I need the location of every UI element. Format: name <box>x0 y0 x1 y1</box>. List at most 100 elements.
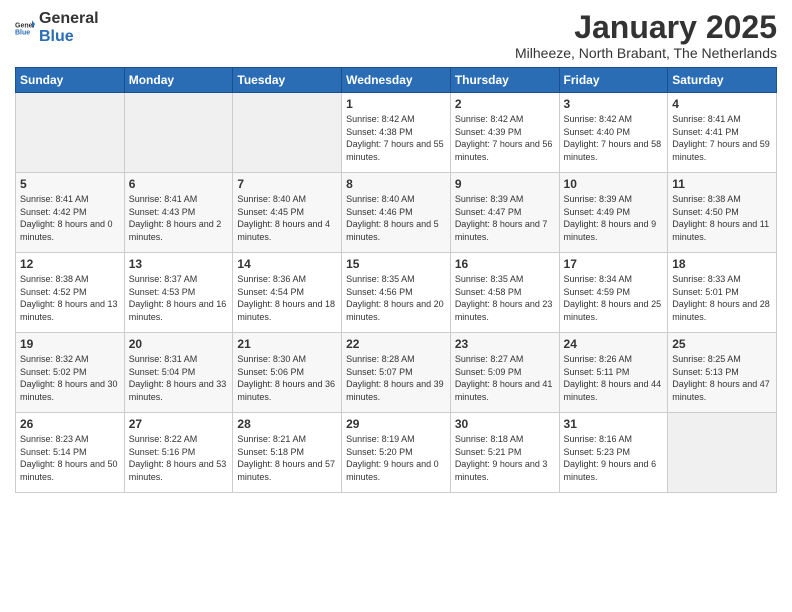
calendar-cell: 20 Sunrise: 8:31 AM Sunset: 5:04 PM Dayl… <box>124 333 233 413</box>
sunrise-text: Sunrise: 8:23 AM <box>20 434 89 444</box>
sunset-text: Sunset: 4:53 PM <box>129 287 196 297</box>
weekday-header: Sunday <box>16 68 125 93</box>
sunrise-text: Sunrise: 8:18 AM <box>455 434 524 444</box>
logo-general: General <box>39 10 99 28</box>
day-info: Sunrise: 8:38 AM Sunset: 4:52 PM Dayligh… <box>20 273 120 323</box>
sunrise-text: Sunrise: 8:19 AM <box>346 434 415 444</box>
day-info: Sunrise: 8:32 AM Sunset: 5:02 PM Dayligh… <box>20 353 120 403</box>
day-info: Sunrise: 8:33 AM Sunset: 5:01 PM Dayligh… <box>672 273 772 323</box>
calendar-cell <box>16 93 125 173</box>
sunset-text: Sunset: 4:43 PM <box>129 207 196 217</box>
sunset-text: Sunset: 4:38 PM <box>346 127 413 137</box>
calendar-cell: 23 Sunrise: 8:27 AM Sunset: 5:09 PM Dayl… <box>450 333 559 413</box>
sunrise-text: Sunrise: 8:27 AM <box>455 354 524 364</box>
day-number: 21 <box>237 337 337 351</box>
sunset-text: Sunset: 4:50 PM <box>672 207 739 217</box>
day-info: Sunrise: 8:42 AM Sunset: 4:39 PM Dayligh… <box>455 113 555 163</box>
sunset-text: Sunset: 4:56 PM <box>346 287 413 297</box>
sunset-text: Sunset: 4:49 PM <box>564 207 631 217</box>
day-info: Sunrise: 8:42 AM Sunset: 4:38 PM Dayligh… <box>346 113 446 163</box>
daylight-text: Daylight: 7 hours and 59 minutes. <box>672 139 770 162</box>
sunrise-text: Sunrise: 8:41 AM <box>129 194 198 204</box>
day-number: 18 <box>672 257 772 271</box>
calendar-cell: 5 Sunrise: 8:41 AM Sunset: 4:42 PM Dayli… <box>16 173 125 253</box>
day-number: 5 <box>20 177 120 191</box>
day-info: Sunrise: 8:38 AM Sunset: 4:50 PM Dayligh… <box>672 193 772 243</box>
calendar-cell: 28 Sunrise: 8:21 AM Sunset: 5:18 PM Dayl… <box>233 413 342 493</box>
daylight-text: Daylight: 8 hours and 50 minutes. <box>20 459 118 482</box>
location-title: Milheeze, North Brabant, The Netherlands <box>515 45 777 61</box>
sunrise-text: Sunrise: 8:38 AM <box>672 194 741 204</box>
day-info: Sunrise: 8:34 AM Sunset: 4:59 PM Dayligh… <box>564 273 664 323</box>
sunset-text: Sunset: 5:04 PM <box>129 367 196 377</box>
day-number: 23 <box>455 337 555 351</box>
day-info: Sunrise: 8:40 AM Sunset: 4:45 PM Dayligh… <box>237 193 337 243</box>
sunrise-text: Sunrise: 8:39 AM <box>564 194 633 204</box>
sunset-text: Sunset: 5:11 PM <box>564 367 630 377</box>
day-number: 17 <box>564 257 664 271</box>
calendar-cell <box>233 93 342 173</box>
day-number: 12 <box>20 257 120 271</box>
sunrise-text: Sunrise: 8:37 AM <box>129 274 198 284</box>
day-info: Sunrise: 8:26 AM Sunset: 5:11 PM Dayligh… <box>564 353 664 403</box>
sunrise-text: Sunrise: 8:40 AM <box>237 194 306 204</box>
title-block: January 2025 Milheeze, North Brabant, Th… <box>515 10 777 61</box>
daylight-text: Daylight: 9 hours and 0 minutes. <box>346 459 439 482</box>
day-info: Sunrise: 8:31 AM Sunset: 5:04 PM Dayligh… <box>129 353 229 403</box>
calendar-cell: 3 Sunrise: 8:42 AM Sunset: 4:40 PM Dayli… <box>559 93 668 173</box>
daylight-text: Daylight: 8 hours and 18 minutes. <box>237 299 335 322</box>
calendar-cell: 1 Sunrise: 8:42 AM Sunset: 4:38 PM Dayli… <box>342 93 451 173</box>
day-info: Sunrise: 8:23 AM Sunset: 5:14 PM Dayligh… <box>20 433 120 483</box>
sunset-text: Sunset: 5:02 PM <box>20 367 87 377</box>
day-number: 7 <box>237 177 337 191</box>
day-number: 8 <box>346 177 446 191</box>
calendar-table: SundayMondayTuesdayWednesdayThursdayFrid… <box>15 67 777 493</box>
day-number: 14 <box>237 257 337 271</box>
day-number: 22 <box>346 337 446 351</box>
daylight-text: Daylight: 8 hours and 47 minutes. <box>672 379 770 402</box>
day-info: Sunrise: 8:39 AM Sunset: 4:49 PM Dayligh… <box>564 193 664 243</box>
calendar-cell: 26 Sunrise: 8:23 AM Sunset: 5:14 PM Dayl… <box>16 413 125 493</box>
logo-icon: General Blue <box>15 18 35 38</box>
sunrise-text: Sunrise: 8:42 AM <box>346 114 415 124</box>
day-number: 20 <box>129 337 229 351</box>
sunrise-text: Sunrise: 8:42 AM <box>564 114 633 124</box>
day-number: 19 <box>20 337 120 351</box>
weekday-header-row: SundayMondayTuesdayWednesdayThursdayFrid… <box>16 68 777 93</box>
day-number: 9 <box>455 177 555 191</box>
sunset-text: Sunset: 5:07 PM <box>346 367 413 377</box>
sunset-text: Sunset: 4:40 PM <box>564 127 631 137</box>
day-info: Sunrise: 8:42 AM Sunset: 4:40 PM Dayligh… <box>564 113 664 163</box>
sunrise-text: Sunrise: 8:32 AM <box>20 354 89 364</box>
calendar-cell: 14 Sunrise: 8:36 AM Sunset: 4:54 PM Dayl… <box>233 253 342 333</box>
sunset-text: Sunset: 4:54 PM <box>237 287 304 297</box>
daylight-text: Daylight: 8 hours and 53 minutes. <box>129 459 227 482</box>
day-info: Sunrise: 8:35 AM Sunset: 4:56 PM Dayligh… <box>346 273 446 323</box>
day-number: 6 <box>129 177 229 191</box>
daylight-text: Daylight: 8 hours and 41 minutes. <box>455 379 553 402</box>
month-title: January 2025 <box>515 10 777 45</box>
day-info: Sunrise: 8:36 AM Sunset: 4:54 PM Dayligh… <box>237 273 337 323</box>
sunset-text: Sunset: 5:06 PM <box>237 367 304 377</box>
day-number: 24 <box>564 337 664 351</box>
calendar-cell: 29 Sunrise: 8:19 AM Sunset: 5:20 PM Dayl… <box>342 413 451 493</box>
day-info: Sunrise: 8:18 AM Sunset: 5:21 PM Dayligh… <box>455 433 555 483</box>
daylight-text: Daylight: 8 hours and 20 minutes. <box>346 299 444 322</box>
calendar-cell: 11 Sunrise: 8:38 AM Sunset: 4:50 PM Dayl… <box>668 173 777 253</box>
calendar-cell: 12 Sunrise: 8:38 AM Sunset: 4:52 PM Dayl… <box>16 253 125 333</box>
day-info: Sunrise: 8:16 AM Sunset: 5:23 PM Dayligh… <box>564 433 664 483</box>
day-info: Sunrise: 8:39 AM Sunset: 4:47 PM Dayligh… <box>455 193 555 243</box>
sunrise-text: Sunrise: 8:41 AM <box>20 194 89 204</box>
calendar-cell: 18 Sunrise: 8:33 AM Sunset: 5:01 PM Dayl… <box>668 253 777 333</box>
daylight-text: Daylight: 7 hours and 58 minutes. <box>564 139 662 162</box>
day-number: 1 <box>346 97 446 111</box>
svg-text:Blue: Blue <box>15 29 30 36</box>
calendar-cell: 7 Sunrise: 8:40 AM Sunset: 4:45 PM Dayli… <box>233 173 342 253</box>
weekday-header: Wednesday <box>342 68 451 93</box>
daylight-text: Daylight: 7 hours and 56 minutes. <box>455 139 553 162</box>
daylight-text: Daylight: 8 hours and 2 minutes. <box>129 219 222 242</box>
daylight-text: Daylight: 8 hours and 5 minutes. <box>346 219 439 242</box>
calendar-cell: 15 Sunrise: 8:35 AM Sunset: 4:56 PM Dayl… <box>342 253 451 333</box>
sunset-text: Sunset: 5:09 PM <box>455 367 522 377</box>
calendar-cell: 16 Sunrise: 8:35 AM Sunset: 4:58 PM Dayl… <box>450 253 559 333</box>
